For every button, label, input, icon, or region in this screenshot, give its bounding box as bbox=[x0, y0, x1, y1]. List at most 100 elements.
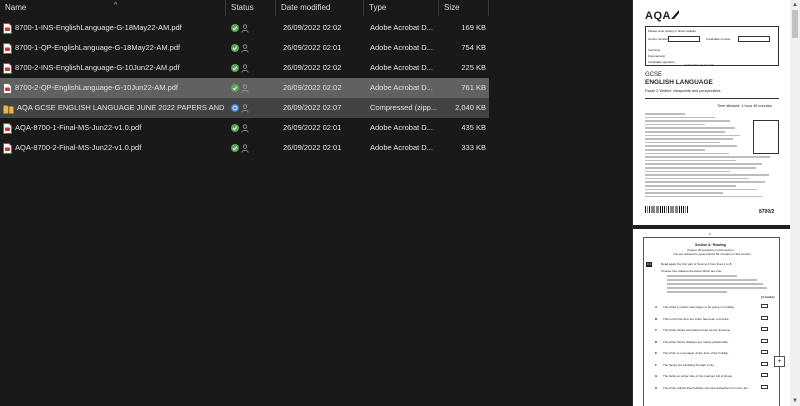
file-name-cell[interactable]: AQA-8700-1-Final-MS-Jun22-v1.0.pdf bbox=[3, 118, 225, 138]
preview-scrollbar[interactable]: ▲ ▼ bbox=[790, 0, 800, 406]
file-date-cell: 26/09/2022 02:01 bbox=[283, 123, 342, 132]
statement-text: This is the first time the writer has be… bbox=[663, 316, 730, 321]
sync-status-icon bbox=[231, 104, 239, 112]
file-name-cell[interactable]: 8700-1-INS-EnglishLanguage-G-18May22-AM.… bbox=[3, 18, 225, 38]
shared-person-icon bbox=[241, 84, 249, 93]
section-instruction-2: You are advised to spend about 60 minute… bbox=[673, 252, 752, 256]
text-line bbox=[645, 127, 735, 129]
surname-label: Surname bbox=[648, 48, 661, 52]
text-line bbox=[667, 275, 737, 277]
answer-box bbox=[761, 373, 768, 377]
file-name-cell[interactable]: AQA-8700-2-Final-MS-Jun22-v1.0.pdf bbox=[3, 138, 225, 158]
column-name-label: Name bbox=[5, 3, 27, 12]
paper-code: 8700/2 bbox=[759, 209, 775, 215]
text-line bbox=[645, 149, 705, 151]
text-line bbox=[645, 159, 736, 162]
text-line bbox=[645, 156, 770, 158]
column-header-status[interactable]: Status bbox=[226, 0, 276, 16]
file-date-cell: 26/09/2022 02:02 bbox=[283, 23, 342, 32]
file-name-cell[interactable]: 8700-1-QP-EnglishLanguage-G-18May22-AM.p… bbox=[3, 38, 225, 58]
time-allowed: Time allowed: 1 hour 45 minutes bbox=[717, 104, 772, 108]
column-header-size[interactable]: Size bbox=[439, 0, 489, 16]
pdf-file-icon bbox=[3, 62, 12, 74]
file-size-cell: 169 KB bbox=[461, 23, 486, 32]
column-type-label: Type bbox=[369, 3, 387, 12]
file-name-cell[interactable]: AQA GCSE ENGLISH LANGUAGE JUNE 2022 PAPE… bbox=[3, 98, 225, 118]
signature-label: Candidate signature bbox=[648, 60, 675, 64]
text-line bbox=[645, 123, 705, 126]
column-status-label: Status bbox=[231, 3, 254, 12]
file-name: 8700-1-INS-EnglishLanguage-G-18May22-AM.… bbox=[15, 23, 182, 33]
zip-folder-icon bbox=[3, 102, 14, 114]
statement-text: The writer admits that holidays can look… bbox=[663, 385, 749, 390]
next-page-button[interactable]: + bbox=[774, 356, 785, 367]
text-line bbox=[645, 192, 723, 194]
pdf-file-icon bbox=[3, 122, 12, 134]
available-status-icon bbox=[231, 124, 239, 132]
file-row[interactable]: AQA GCSE ENGLISH LANGUAGE JUNE 2022 PAPE… bbox=[0, 98, 489, 118]
column-header-name[interactable]: Name ^ bbox=[0, 0, 226, 16]
available-status-icon bbox=[231, 64, 239, 72]
file-row[interactable]: 8700-2-QP-EnglishLanguage-G-10Jun22-AM.p… bbox=[0, 78, 489, 98]
file-date-cell: 26/09/2022 02:01 bbox=[283, 43, 342, 52]
text-line bbox=[645, 188, 757, 191]
sort-ascending-icon: ^ bbox=[114, 2, 118, 9]
file-type-cell: Compressed (zipp... bbox=[370, 103, 438, 112]
text-line bbox=[645, 163, 762, 165]
text-line bbox=[645, 120, 730, 122]
candidate-details-box: Please write clearly in block capitals. … bbox=[645, 26, 779, 67]
text-line bbox=[645, 138, 733, 140]
shared-person-icon bbox=[241, 24, 249, 33]
scroll-down-icon[interactable]: ▼ bbox=[791, 397, 799, 405]
statement-letter: D bbox=[655, 339, 658, 344]
pdf-file-icon bbox=[3, 22, 12, 34]
file-name-cell[interactable]: 8700-2-QP-EnglishLanguage-G-10Jun22-AM.p… bbox=[3, 78, 225, 98]
statement-letter: E bbox=[655, 351, 658, 355]
file-size-cell: 761 KB bbox=[461, 83, 486, 92]
status-indicator bbox=[231, 44, 253, 53]
file-type-cell: Adobe Acrobat D... bbox=[370, 43, 433, 52]
file-name: AQA GCSE ENGLISH LANGUAGE JUNE 2022 PAPE… bbox=[17, 103, 225, 113]
pdf-file-icon bbox=[3, 142, 12, 154]
file-row[interactable]: 8700-1-QP-EnglishLanguage-G-18May22-AM.p… bbox=[0, 38, 489, 58]
scroll-up-icon[interactable]: ▲ bbox=[791, 1, 799, 9]
text-line bbox=[645, 177, 749, 180]
file-size-cell: 333 KB bbox=[461, 143, 486, 152]
status-indicator bbox=[231, 84, 253, 93]
shared-person-icon bbox=[241, 64, 249, 73]
preview-page-1[interactable]: AQA Please write clearly in block capita… bbox=[633, 0, 790, 225]
statement-text: The writer thinks holidays are mainly pl… bbox=[663, 339, 729, 344]
preview-page-2[interactable]: 2 Section A: Reading Answer all question… bbox=[633, 229, 790, 406]
shared-person-icon bbox=[241, 144, 249, 153]
text-line bbox=[667, 287, 767, 289]
scrollbar-thumb[interactable] bbox=[792, 10, 798, 38]
text-line bbox=[667, 279, 757, 281]
file-row[interactable]: AQA-8700-1-Final-MS-Jun22-v1.0.pdf 26/09/… bbox=[0, 118, 489, 138]
file-list: Name ^ Status Date modified Type Size 87… bbox=[0, 0, 632, 406]
declaration-text: I declare this is my own work. bbox=[684, 64, 714, 67]
text-line bbox=[645, 170, 730, 173]
file-name: AQA-8700-1-Final-MS-Jun22-v1.0.pdf bbox=[15, 123, 142, 133]
answer-box bbox=[761, 361, 768, 366]
status-indicator bbox=[231, 124, 253, 133]
preview-pane: AQA Please write clearly in block capita… bbox=[633, 0, 800, 406]
statement-text: The family are travelling through a city… bbox=[663, 362, 715, 367]
file-name-cell[interactable]: 8700-2-INS-EnglishLanguage-G-10Jun22-AM.… bbox=[3, 58, 225, 78]
column-size-label: Size bbox=[444, 3, 460, 12]
answer-box bbox=[761, 315, 768, 320]
column-header-type[interactable]: Type bbox=[364, 0, 439, 16]
column-header-date[interactable]: Date modified bbox=[276, 0, 364, 16]
file-name: 8700-2-INS-EnglishLanguage-G-10Jun22-AM.… bbox=[15, 63, 180, 73]
page-number: 2 bbox=[709, 232, 711, 236]
file-row[interactable]: AQA-8700-2-Final-MS-Jun22-v1.0.pdf 26/09/… bbox=[0, 138, 489, 158]
available-status-icon bbox=[231, 24, 239, 32]
available-status-icon bbox=[231, 84, 239, 92]
text-line bbox=[667, 291, 727, 293]
statement-letter: B bbox=[655, 316, 658, 321]
file-row[interactable]: 8700-1-INS-EnglishLanguage-G-18May22-AM.… bbox=[0, 18, 489, 38]
statement-letter: C bbox=[655, 328, 658, 332]
column-header-row: Name ^ Status Date modified Type Size bbox=[0, 0, 632, 16]
file-date-cell: 26/09/2022 02:01 bbox=[283, 143, 342, 152]
statement-text: The fields on either side of the road ar… bbox=[663, 374, 734, 378]
file-row[interactable]: 8700-2-INS-EnglishLanguage-G-10Jun22-AM.… bbox=[0, 58, 489, 78]
